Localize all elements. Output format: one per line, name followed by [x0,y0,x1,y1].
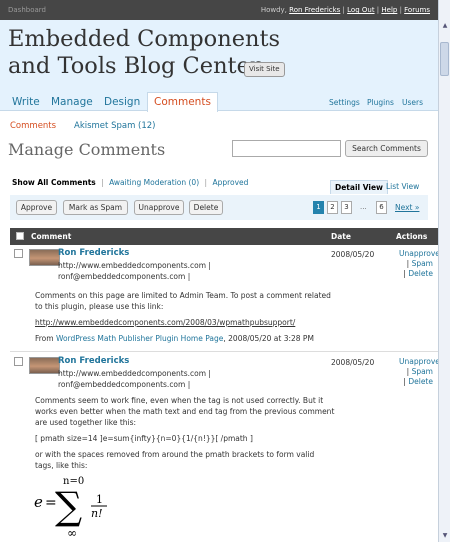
nav-plugins[interactable]: Plugins [367,98,394,107]
comment-author[interactable]: Ron Fredericks [58,356,129,366]
mark-as-spam-button[interactable]: Mark as Spam [63,200,128,215]
from-post-link[interactable]: WordPress Math Publisher Plugin Home Pag… [56,334,223,343]
page-6-button[interactable]: 6 [376,201,387,214]
pagination-ellipsis: ... [360,203,367,211]
comment-row: Ron Fredericks http://www.embeddedcompon… [10,246,440,352]
list-view-link[interactable]: List View [386,182,419,191]
comment-date: 2008/05/20 [331,358,375,367]
scroll-down-arrow-icon[interactable]: ▼ [441,532,449,540]
formula-upper-limit: n=0 [63,476,84,487]
formula-lower-limit: ∞ [67,526,77,540]
admin-top-bar: Dashboard Howdy, Ron Fredericks | Log Ou… [0,0,438,20]
column-date: Date [331,232,351,241]
author-email-link[interactable]: ronf@embeddedcomponents.com [58,272,185,281]
user-profile-link[interactable]: Ron Fredericks [289,6,340,14]
formula-sigma: ∑ [55,484,82,528]
row-delete-link[interactable]: Delete [408,377,433,386]
tab-design[interactable]: Design [104,96,140,108]
next-page-link[interactable]: Next » [395,203,419,212]
comment-body: Comments seem to work fine, even when th… [35,395,335,476]
main-nav: Write Manage Design Comments Settings Pl… [0,92,438,112]
page-3-button[interactable]: 3 [341,201,352,214]
formula-numerator: 1 [96,493,103,506]
approve-button[interactable]: Approve [16,200,57,215]
tab-manage[interactable]: Manage [51,96,93,108]
filter-approved[interactable]: Approved [212,178,248,187]
comment-author[interactable]: Ron Fredericks [58,248,129,258]
comment-text: Comments on this page are limited to Adm… [35,291,331,311]
select-all-checkbox[interactable] [16,232,24,240]
comment-checkbox[interactable] [14,357,23,366]
row-delete-link[interactable]: Delete [408,269,433,278]
author-url-link[interactable]: http://www.embeddedcomponents.com [58,261,206,270]
help-link[interactable]: Help [381,6,397,14]
nav-settings[interactable]: Settings [329,98,360,107]
page-title: Manage Comments [8,140,166,159]
filter-awaiting-moderation[interactable]: Awaiting Moderation (0) [109,178,199,187]
comment-filters: Show All Comments | Awaiting Moderation … [12,178,249,187]
column-comment: Comment [31,232,72,241]
page-2-button[interactable]: 2 [327,201,338,214]
tab-write[interactable]: Write [12,96,40,108]
nav-users[interactable]: Users [402,98,423,107]
avatar [29,249,60,266]
author-url-link[interactable]: http://www.embeddedcomponents.com [58,369,206,378]
comment-checkbox[interactable] [14,249,23,258]
delete-button[interactable]: Delete [189,200,223,215]
bulk-action-bar: Approve Mark as Spam Unapprove Delete 1 … [10,195,428,220]
comment-text: or with the spaces removed from around t… [35,450,315,470]
comments-table-header: Comment Date Actions [10,228,438,245]
row-unapprove-link[interactable]: Unapprove [399,249,440,258]
scroll-up-arrow-icon[interactable]: ▲ [441,22,449,30]
comment-date: 2008/05/20 [331,250,375,259]
math-formula: e = ∑ n=0 ∞ 1 n! [34,476,107,540]
page-1-button[interactable]: 1 [313,201,324,214]
formula-lhs: e [34,493,43,511]
search-input[interactable] [232,140,341,157]
row-actions: Unapprove | Spam | Delete [399,357,440,386]
user-links: Howdy, Ron Fredericks | Log Out | Help |… [260,6,430,14]
comment-from-line: From WordPress Math Publisher Plugin Hom… [35,334,314,343]
subnav-akismet-spam[interactable]: Akismet Spam (12) [74,121,156,131]
search-comments-button[interactable]: Search Comments [345,140,428,157]
logout-link[interactable]: Log Out [347,6,374,14]
dashboard-label: Dashboard [8,6,46,14]
row-unapprove-link[interactable]: Unapprove [399,357,440,366]
detail-view-tab[interactable]: Detail View [330,180,388,194]
vertical-scrollbar[interactable]: ▲ ▼ [438,0,450,542]
comment-body: Comments on this page are limited to Adm… [35,290,335,349]
unapprove-button[interactable]: Unapprove [134,200,184,215]
filter-show-all[interactable]: Show All Comments [12,178,96,187]
sub-nav: Comments Akismet Spam (12) [10,121,156,131]
avatar [29,357,60,374]
scrollbar-thumb[interactable] [440,42,449,76]
howdy-text: Howdy, [260,6,287,14]
comment-code-text: [ pmath size=14 ]e=sum{infty}{n=0}{1/{n!… [35,434,253,443]
comment-link[interactable]: http://www.embeddedcomponents.com/2008/0… [35,318,295,327]
column-actions: Actions [396,232,428,241]
subnav-comments[interactable]: Comments [10,121,56,131]
forums-link[interactable]: Forums [404,6,430,14]
author-contact: http://www.embeddedcomponents.com | ronf… [58,369,211,389]
comment-text: Comments seem to work fine, even when th… [35,396,335,427]
row-spam-link[interactable]: Spam [412,367,433,376]
author-contact: http://www.embeddedcomponents.com | ronf… [58,261,211,281]
view-switcher: Detail View List View [328,180,428,194]
formula-denominator: n! [91,507,103,520]
tab-comments[interactable]: Comments [147,92,218,112]
row-spam-link[interactable]: Spam [412,259,433,268]
row-actions: Unapprove | Spam | Delete [399,249,440,278]
author-email-link[interactable]: ronf@embeddedcomponents.com [58,380,185,389]
visit-site-button[interactable]: Visit Site [244,62,285,77]
